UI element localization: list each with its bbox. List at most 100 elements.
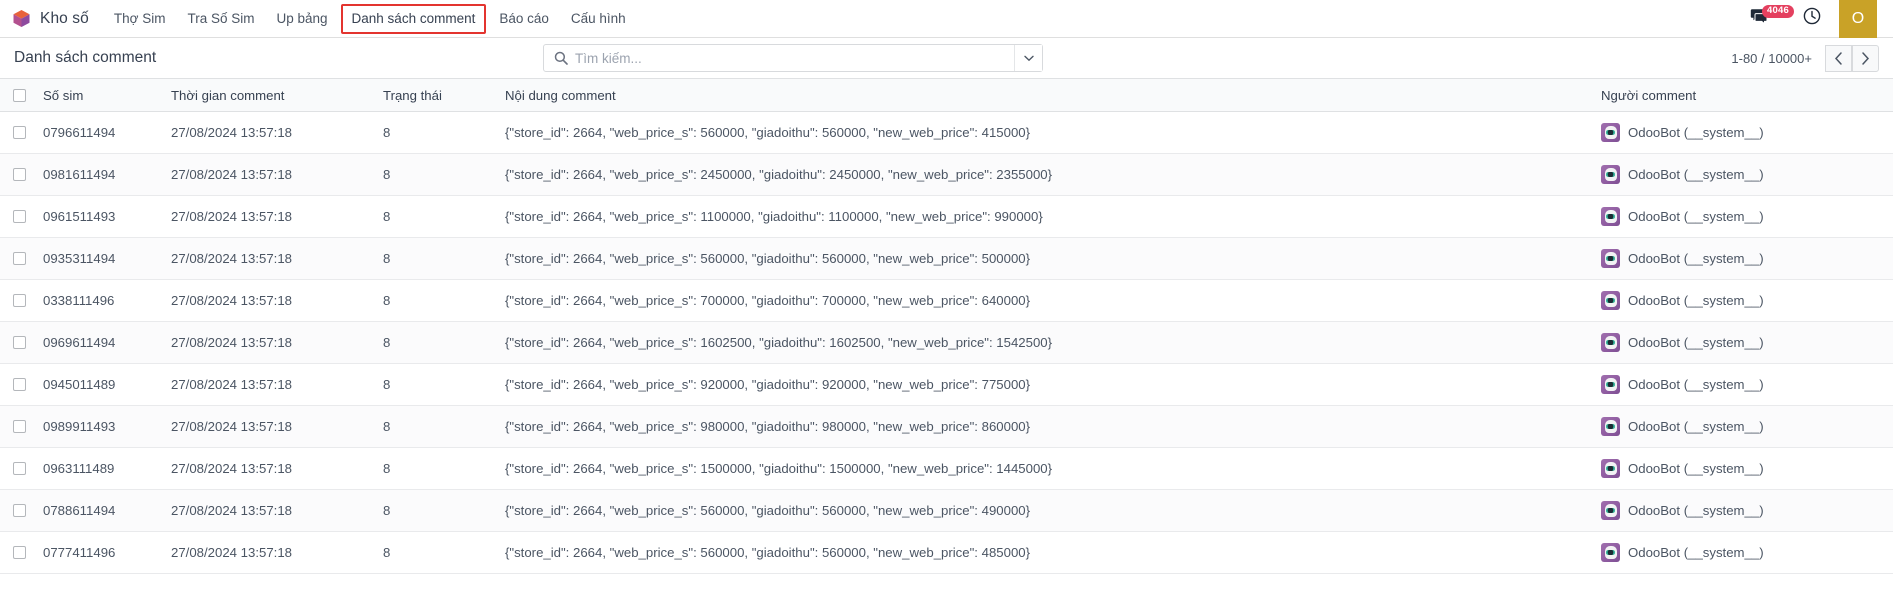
table-row[interactable]: 0969611494 27/08/2024 13:57:18 8 {"store… xyxy=(0,321,1893,364)
cell-trang-thai: 8 xyxy=(375,405,497,448)
search-dropdown-toggle[interactable] xyxy=(1014,45,1042,71)
row-select-cell xyxy=(0,237,35,280)
row-checkbox[interactable] xyxy=(13,504,26,517)
cell-so-sim: 0969611494 xyxy=(35,321,163,364)
cell-thoi-gian-comment: 27/08/2024 13:57:18 xyxy=(163,111,375,154)
person-name: OdooBot (__system__) xyxy=(1628,209,1764,224)
cell-trang-thai: 8 xyxy=(375,321,497,364)
cell-noi-dung-comment: {"store_id": 2664, "web_price_s": 920000… xyxy=(497,363,1593,406)
activities-menu-button[interactable] xyxy=(1803,7,1821,30)
table-row[interactable]: 0945011489 27/08/2024 13:57:18 8 {"store… xyxy=(0,363,1893,406)
select-all-checkbox[interactable] xyxy=(13,88,26,102)
row-select-cell xyxy=(0,279,35,322)
row-checkbox[interactable] xyxy=(13,294,26,307)
menu-item-bao-cao[interactable]: Báo cáo xyxy=(488,0,560,37)
comment-list-table: Số sim Thời gian comment Trạng thái Nội … xyxy=(0,78,1893,574)
person-name: OdooBot (__system__) xyxy=(1628,167,1764,182)
header-so-sim[interactable]: Số sim xyxy=(35,78,163,112)
search-bar[interactable] xyxy=(543,44,1043,72)
cell-noi-dung-comment: {"store_id": 2664, "web_price_s": 980000… xyxy=(497,405,1593,448)
cell-so-sim: 0963111489 xyxy=(35,447,163,490)
row-checkbox[interactable] xyxy=(13,252,26,265)
header-trang-thai[interactable]: Trạng thái xyxy=(375,78,497,112)
row-select-cell xyxy=(0,489,35,532)
odoobot-avatar-icon xyxy=(1601,123,1620,142)
table-row[interactable]: 0777411496 27/08/2024 13:57:18 8 {"store… xyxy=(0,531,1893,574)
person-name: OdooBot (__system__) xyxy=(1628,293,1764,308)
cell-thoi-gian-comment: 27/08/2024 13:57:18 xyxy=(163,489,375,532)
menu-item-danh-sach-comment[interactable]: Danh sách comment xyxy=(340,3,487,34)
menu-item-tra-so-sim[interactable]: Tra Số Sim xyxy=(176,0,265,37)
table-row[interactable]: 0796611494 27/08/2024 13:57:18 8 {"store… xyxy=(0,111,1893,154)
table-row[interactable]: 0963111489 27/08/2024 13:57:18 8 {"store… xyxy=(0,447,1893,490)
odoobot-avatar-icon xyxy=(1601,375,1620,394)
odoobot-avatar-icon xyxy=(1601,543,1620,562)
person-name: OdooBot (__system__) xyxy=(1628,503,1764,518)
cell-trang-thai: 8 xyxy=(375,489,497,532)
menu-item-tho-sim[interactable]: Thợ Sim xyxy=(103,0,177,37)
table-row[interactable]: 0981611494 27/08/2024 13:57:18 8 {"store… xyxy=(0,153,1893,196)
cell-noi-dung-comment: {"store_id": 2664, "web_price_s": 700000… xyxy=(497,279,1593,322)
odoobot-avatar-icon xyxy=(1601,417,1620,436)
menu-item-cau-hinh[interactable]: Cấu hình xyxy=(560,0,637,37)
cell-thoi-gian-comment: 27/08/2024 13:57:18 xyxy=(163,321,375,364)
row-checkbox[interactable] xyxy=(13,168,26,181)
cell-noi-dung-comment: {"store_id": 2664, "web_price_s": 560000… xyxy=(497,111,1593,154)
cell-noi-dung-comment: {"store_id": 2664, "web_price_s": 245000… xyxy=(497,153,1593,196)
person-name: OdooBot (__system__) xyxy=(1628,377,1764,392)
row-checkbox[interactable] xyxy=(13,126,26,139)
table-row[interactable]: 0338111496 27/08/2024 13:57:18 8 {"store… xyxy=(0,279,1893,322)
cell-so-sim: 0338111496 xyxy=(35,279,163,322)
row-checkbox[interactable] xyxy=(13,378,26,391)
cell-thoi-gian-comment: 27/08/2024 13:57:18 xyxy=(163,279,375,322)
row-checkbox[interactable] xyxy=(13,546,26,559)
table-row[interactable]: 0989911493 27/08/2024 13:57:18 8 {"store… xyxy=(0,405,1893,448)
pager-next-button[interactable] xyxy=(1852,44,1879,72)
search-input[interactable] xyxy=(575,45,1014,71)
header-noi-dung-comment[interactable]: Nội dung comment xyxy=(497,78,1593,112)
cell-trang-thai: 8 xyxy=(375,363,497,406)
messages-menu-button[interactable]: 4046 xyxy=(1750,5,1794,29)
cell-trang-thai: 8 xyxy=(375,279,497,322)
pager-range[interactable]: 1-80 / 10000+ xyxy=(1731,51,1812,66)
odoobot-avatar-icon xyxy=(1601,249,1620,268)
cell-so-sim: 0945011489 xyxy=(35,363,163,406)
header-thoi-gian-comment[interactable]: Thời gian comment xyxy=(163,78,375,112)
table-row[interactable]: 0961511493 27/08/2024 13:57:18 8 {"store… xyxy=(0,195,1893,238)
cell-so-sim: 0935311494 xyxy=(35,237,163,280)
table-row[interactable]: 0788611494 27/08/2024 13:57:18 8 {"store… xyxy=(0,489,1893,532)
menu-item-up-bang[interactable]: Up bảng xyxy=(265,0,338,37)
row-select-cell xyxy=(0,111,35,154)
header-nguoi-comment[interactable]: Người comment xyxy=(1593,78,1893,112)
cell-nguoi-comment: OdooBot (__system__) xyxy=(1593,111,1893,154)
person-name: OdooBot (__system__) xyxy=(1628,461,1764,476)
person-name: OdooBot (__system__) xyxy=(1628,125,1764,140)
person-name: OdooBot (__system__) xyxy=(1628,545,1764,560)
cell-nguoi-comment: OdooBot (__system__) xyxy=(1593,405,1893,448)
row-checkbox[interactable] xyxy=(13,462,26,475)
pager: 1-80 / 10000+ xyxy=(1731,44,1879,72)
pager-previous-button[interactable] xyxy=(1825,44,1852,72)
person-name: OdooBot (__system__) xyxy=(1628,419,1764,434)
table-body: 0796611494 27/08/2024 13:57:18 8 {"store… xyxy=(0,111,1893,574)
select-all-header xyxy=(0,78,35,112)
table-row[interactable]: 0935311494 27/08/2024 13:57:18 8 {"store… xyxy=(0,237,1893,280)
user-avatar-menu-button[interactable]: O xyxy=(1839,0,1877,38)
cell-thoi-gian-comment: 27/08/2024 13:57:18 xyxy=(163,363,375,406)
cell-noi-dung-comment: {"store_id": 2664, "web_price_s": 560000… xyxy=(497,489,1593,532)
cell-thoi-gian-comment: 27/08/2024 13:57:18 xyxy=(163,531,375,574)
cell-noi-dung-comment: {"store_id": 2664, "web_price_s": 560000… xyxy=(497,531,1593,574)
table-header-row: Số sim Thời gian comment Trạng thái Nội … xyxy=(0,78,1893,112)
odoo-cube-logo-icon xyxy=(12,9,31,28)
brand-home-link[interactable]: Kho số xyxy=(12,9,103,28)
row-checkbox[interactable] xyxy=(13,336,26,349)
navbar-systray: 4046 O xyxy=(1750,0,1879,38)
odoobot-avatar-icon xyxy=(1601,165,1620,184)
row-checkbox[interactable] xyxy=(13,420,26,433)
brand-name: Kho số xyxy=(40,9,89,27)
cell-noi-dung-comment: {"store_id": 2664, "web_price_s": 560000… xyxy=(497,237,1593,280)
cell-so-sim: 0989911493 xyxy=(35,405,163,448)
row-checkbox[interactable] xyxy=(13,210,26,223)
cell-thoi-gian-comment: 27/08/2024 13:57:18 xyxy=(163,237,375,280)
odoobot-avatar-icon xyxy=(1601,459,1620,478)
